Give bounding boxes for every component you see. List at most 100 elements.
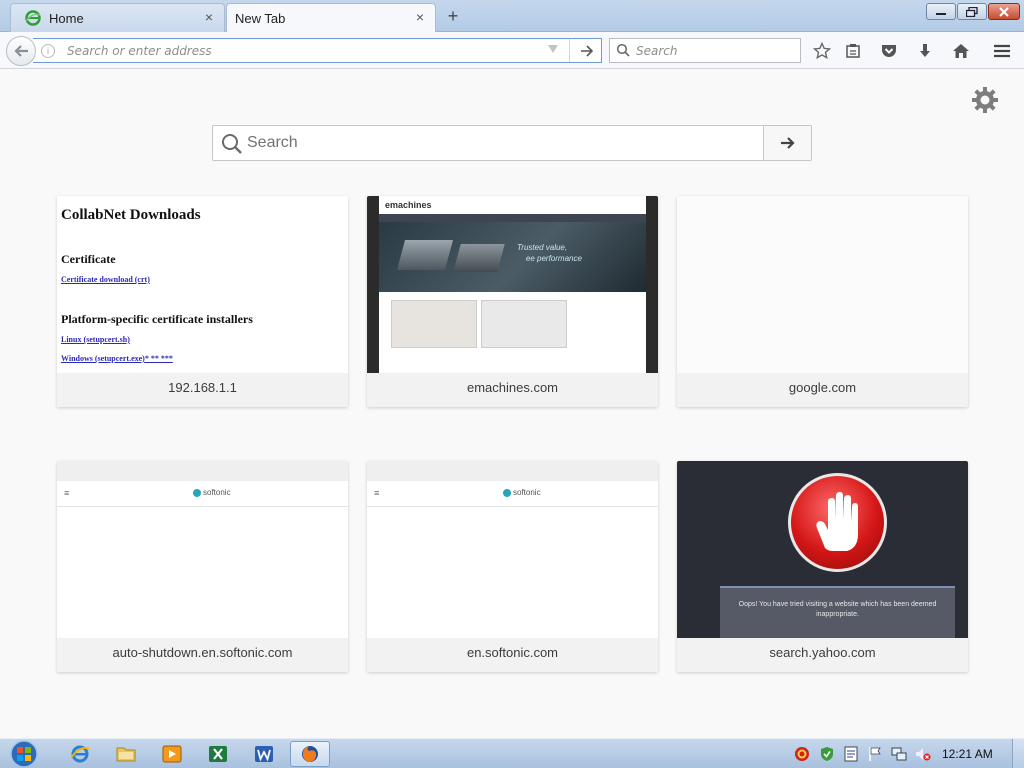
home-icon[interactable]	[949, 39, 973, 63]
word-icon	[255, 746, 273, 762]
toolbar-search-box[interactable]	[609, 38, 801, 63]
downloads-icon[interactable]	[913, 39, 937, 63]
firefox-icon	[302, 746, 318, 762]
volume-muted-icon[interactable]	[915, 746, 931, 762]
tile-thumbnail	[677, 196, 968, 373]
tab-close-icon[interactable]: ×	[202, 10, 216, 24]
tile-title: en.softonic.com	[367, 638, 658, 672]
taskbar-excel[interactable]	[198, 741, 238, 767]
new-tab-button[interactable]: +	[442, 5, 464, 27]
internet-explorer-icon	[70, 745, 90, 763]
media-player-icon	[162, 745, 182, 763]
restore-icon	[966, 6, 978, 17]
url-bar[interactable]: i	[33, 38, 602, 63]
tab-close-icon[interactable]: ×	[413, 10, 427, 24]
taskbar-firefox[interactable]	[290, 741, 330, 767]
search-icon	[616, 43, 630, 62]
top-site-tile[interactable]: emachines Trusted value, ee performance …	[367, 196, 658, 407]
thumb-logo: emachines	[385, 200, 432, 210]
softonic-logo-icon	[193, 489, 201, 497]
bookmarks-menu-icon[interactable]	[841, 39, 865, 63]
antivirus-tray-icon[interactable]	[794, 746, 810, 762]
tile-title: search.yahoo.com	[677, 638, 968, 672]
gear-icon[interactable]	[971, 86, 999, 114]
url-input[interactable]	[67, 41, 547, 60]
thumb-hero-text: Trusted value,	[517, 243, 568, 252]
taskbar: 12:21 AM	[0, 738, 1024, 768]
ie-e-icon	[25, 10, 41, 26]
arrow-right-icon	[780, 137, 795, 149]
tile-title: 192.168.1.1	[57, 373, 348, 407]
history-dropdown-icon[interactable]	[548, 45, 558, 53]
top-site-tile[interactable]: ≡ softonic en.softonic.com	[367, 461, 658, 672]
tab-new-tab-label: New Tab	[235, 10, 286, 26]
menu-icon: ≡	[374, 488, 380, 498]
search-icon	[221, 133, 243, 160]
folder-icon	[116, 747, 136, 762]
back-button[interactable]	[6, 36, 36, 66]
minimize-icon	[936, 12, 946, 15]
thumb-hero-text: ee performance	[525, 254, 582, 263]
newtab-search-go-button[interactable]	[763, 126, 811, 160]
tile-title: google.com	[677, 373, 968, 407]
tile-title: auto-shutdown.en.softonic.com	[57, 638, 348, 672]
thumb-heading: CollabNet Downloads	[61, 207, 201, 223]
close-window-button[interactable]	[988, 3, 1020, 20]
taskbar-media-player[interactable]	[152, 741, 192, 767]
system-clock[interactable]: 12:21 AM	[942, 747, 993, 761]
thumb-photo	[391, 300, 477, 348]
restore-button[interactable]	[957, 3, 987, 20]
thumb-link: Linux (setupcert.sh)	[61, 335, 130, 344]
toolbar-search-input[interactable]	[636, 41, 796, 60]
tile-thumbnail: ≡ softonic	[367, 461, 658, 638]
back-arrow-icon	[14, 45, 28, 57]
tab-home[interactable]: Home ×	[10, 3, 225, 32]
thumb-link: Windows (setupcert.exe)* ** ***	[61, 354, 173, 363]
stop-hand-icon	[788, 473, 887, 572]
show-desktop-button[interactable]	[1012, 739, 1024, 768]
network-tray-icon[interactable]	[891, 746, 907, 762]
menu-icon: ≡	[64, 488, 70, 498]
start-button[interactable]	[6, 740, 46, 768]
thumb-logo: softonic	[513, 488, 541, 497]
tab-new-tab[interactable]: New Tab ×	[226, 3, 436, 32]
top-site-tile[interactable]: Oops! You have tried visiting a website …	[677, 461, 968, 672]
security-shield-tray-icon[interactable]	[819, 746, 835, 762]
windows-orb-icon	[10, 740, 38, 768]
newtab-search-input[interactable]	[247, 132, 757, 154]
taskbar-ie[interactable]	[60, 741, 100, 767]
excel-icon	[209, 746, 227, 762]
action-center-flag-icon[interactable]	[867, 746, 883, 762]
hamburger-menu-icon[interactable]	[990, 39, 1014, 63]
tile-thumbnail: Oops! You have tried visiting a website …	[677, 461, 968, 638]
top-site-tile[interactable]: ≡ softonic auto-shutdown.en.softonic.com	[57, 461, 348, 672]
url-separator	[569, 39, 570, 62]
thumb-section: Certificate	[61, 252, 116, 266]
close-icon	[999, 6, 1009, 17]
thumb-section: Platform-specific certificate installers	[61, 312, 253, 326]
tile-title: emachines.com	[367, 373, 658, 407]
newtab-search-box[interactable]	[212, 125, 812, 161]
identity-info-icon[interactable]: i	[41, 44, 55, 58]
thumb-photo	[481, 300, 567, 348]
taskbar-explorer[interactable]	[106, 741, 146, 767]
pocket-icon[interactable]	[877, 39, 901, 63]
tile-thumbnail: emachines Trusted value, ee performance	[367, 196, 658, 373]
thumb-message: Oops! You have tried visiting a website …	[720, 586, 955, 638]
navigation-toolbar: i	[0, 32, 1024, 69]
go-arrow-icon[interactable]	[578, 42, 596, 60]
top-site-tile[interactable]: CollabNet Downloads Certificate Certific…	[57, 196, 348, 407]
taskbar-word[interactable]	[244, 741, 284, 767]
tile-thumbnail: CollabNet Downloads Certificate Certific…	[57, 196, 348, 373]
thumb-link: Certificate download (crt)	[61, 275, 150, 284]
document-tray-icon[interactable]	[843, 746, 859, 762]
thumb-hero-image: Trusted value, ee performance	[379, 222, 646, 292]
tile-thumbnail: ≡ softonic	[57, 461, 348, 638]
thumb-logo: softonic	[203, 488, 231, 497]
bookmark-star-icon[interactable]	[810, 39, 834, 63]
minimize-button[interactable]	[926, 3, 956, 20]
softonic-logo-icon	[503, 489, 511, 497]
top-site-tile[interactable]: google.com	[677, 196, 968, 407]
tab-strip: Home × New Tab × +	[0, 0, 1024, 32]
tab-home-label: Home	[49, 10, 84, 26]
